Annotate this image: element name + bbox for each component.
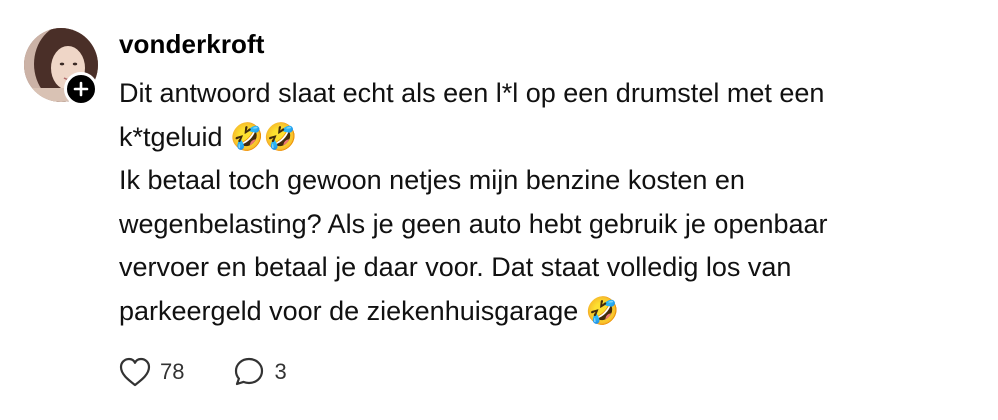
avatar-container[interactable]: [24, 28, 100, 106]
comment-line: k*tgeluid 🤣🤣: [119, 121, 298, 152]
username[interactable]: vonderkroft: [119, 28, 265, 60]
speech-bubble-icon: [235, 357, 264, 386]
action-bar: 78 3: [118, 352, 335, 392]
follow-button[interactable]: [64, 72, 98, 106]
like-button[interactable]: 78: [118, 356, 184, 388]
plus-icon: [73, 81, 89, 97]
like-count: 78: [160, 359, 185, 384]
comment-line: wegenbelasting? Als je geen auto hebt ge…: [119, 208, 828, 239]
comment-line: vervoer en betaal je daar voor. Dat staa…: [119, 252, 792, 282]
comment-post: vonderkroft Dit antwoord slaat echt als …: [0, 0, 998, 420]
comment-line: parkeergeld voor de ziekenhuisgarage 🤣: [119, 295, 620, 326]
comment-text: Dit antwoord slaat echt als een l*l op e…: [119, 72, 949, 333]
reply-button[interactable]: 3: [232, 355, 287, 389]
comment-line: Dit antwoord slaat echt als een l*l op e…: [119, 78, 825, 108]
heart-icon: [119, 357, 151, 387]
comment-line: Ik betaal toch gewoon netjes mijn benzin…: [119, 165, 745, 195]
reply-count: 3: [274, 359, 287, 384]
